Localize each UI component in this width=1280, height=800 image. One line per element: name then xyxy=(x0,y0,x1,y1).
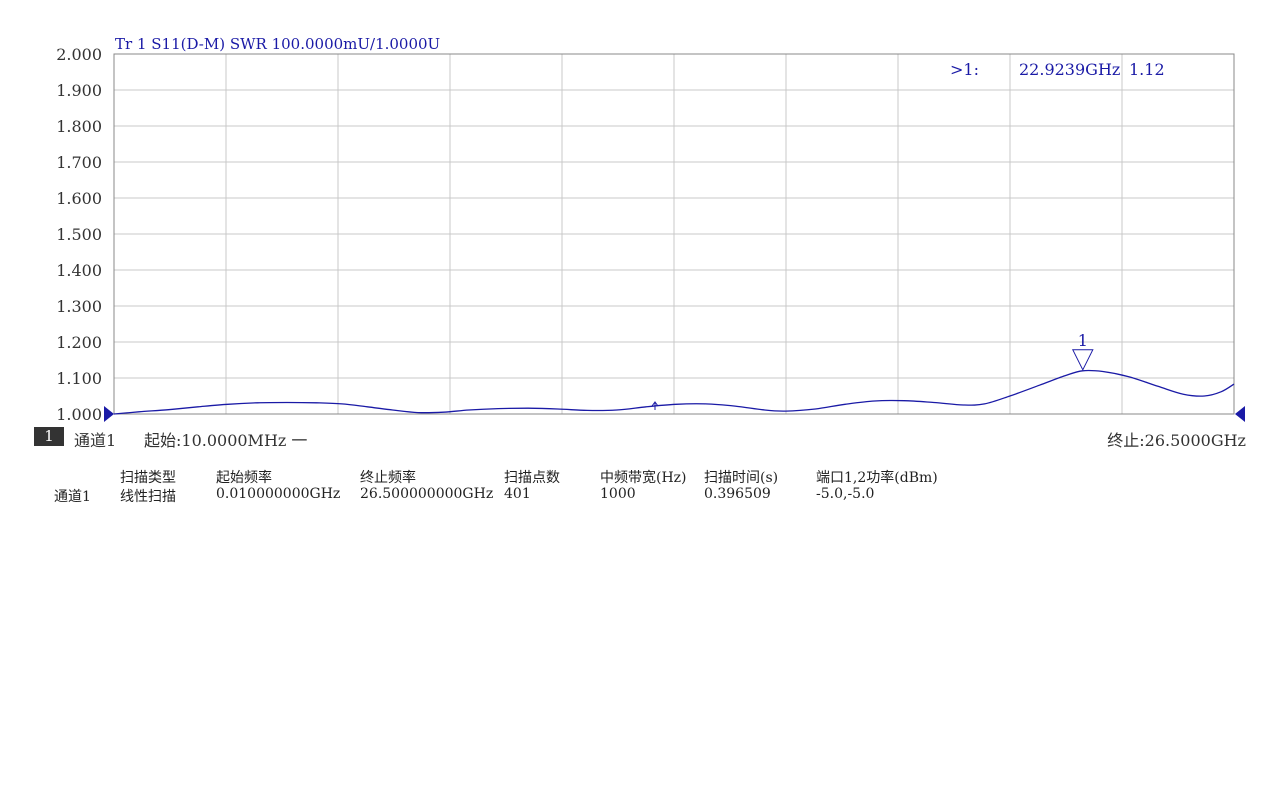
y-tick-label: 1.300 xyxy=(56,297,102,316)
y-tick-label: 1.900 xyxy=(56,81,102,100)
y-tick-label: 1.400 xyxy=(56,261,102,280)
y-tick-label: 1.800 xyxy=(56,117,102,136)
y-tick-label: 2.000 xyxy=(56,45,102,64)
start-pointer-icon xyxy=(104,406,114,422)
marker-readout-prefix: >1: xyxy=(950,60,979,79)
marker-readout-value: 1.12 xyxy=(1129,60,1165,79)
header-sweep-time: 扫描时间(s) xyxy=(704,470,779,486)
y-tick-label: 1.700 xyxy=(56,153,102,172)
row-label: 通道1 xyxy=(54,489,91,505)
start-frequency[interactable]: 起始:10.0000MHz 一 xyxy=(144,427,307,451)
value-port-power: -5.0,-5.0 xyxy=(816,486,875,502)
header-if-bandwidth: 中频带宽(Hz) xyxy=(600,470,687,486)
swr-chart: 2.000 1.900 1.800 1.700 1.600 1.500 1.400 1.300… xyxy=(56,35,1245,424)
marker-1[interactable]: 1 xyxy=(1071,331,1094,371)
stop-pointer-icon xyxy=(1235,406,1245,422)
y-tick-label: 1.100 xyxy=(56,369,102,388)
grid xyxy=(114,54,1234,414)
value-if-bandwidth: 1000 xyxy=(600,486,636,502)
header-stop-freq: 终止频率 xyxy=(360,470,416,486)
header-start-freq: 起始频率 xyxy=(216,470,272,486)
y-tick-label: 1.600 xyxy=(56,189,102,208)
trace-label: Tr 1 S11(D-M) SWR 100.0000mU/1.0000U xyxy=(115,35,440,53)
value-stop-freq: 26.500000000GHz xyxy=(360,486,494,502)
channel-number-badge[interactable]: 1 xyxy=(34,427,64,446)
y-tick-label: 1.500 xyxy=(56,225,102,244)
channel-name: 通道1 xyxy=(74,431,117,450)
header-points: 扫描点数 xyxy=(504,470,560,486)
marker-number-label: 1 xyxy=(1078,331,1088,350)
header-sweep-type: 扫描类型 xyxy=(120,470,176,486)
header-port-power: 端口1,2功率(dBm) xyxy=(816,470,938,486)
y-tick-label: 1.200 xyxy=(56,333,102,352)
value-start-freq: 0.010000000GHz xyxy=(216,486,341,502)
value-sweep-time: 0.396509 xyxy=(704,486,771,502)
value-sweep-type: 线性扫描 xyxy=(120,489,176,505)
marker-readout-freq: 22.9239GHz xyxy=(1019,60,1120,79)
value-points: 401 xyxy=(504,486,531,502)
y-tick-label: 1.000 xyxy=(56,405,102,424)
stop-frequency[interactable]: 终止:26.5000GHz xyxy=(1107,427,1246,451)
channel-bar: 1 通道1 起始:10.0000MHz 一 终止:26.5000GHz xyxy=(34,426,1254,451)
marker-triangle-icon[interactable] xyxy=(1071,349,1094,371)
y-axis-ticks: 2.000 1.900 1.800 1.700 1.600 1.500 1.400 1.300… xyxy=(56,45,102,424)
